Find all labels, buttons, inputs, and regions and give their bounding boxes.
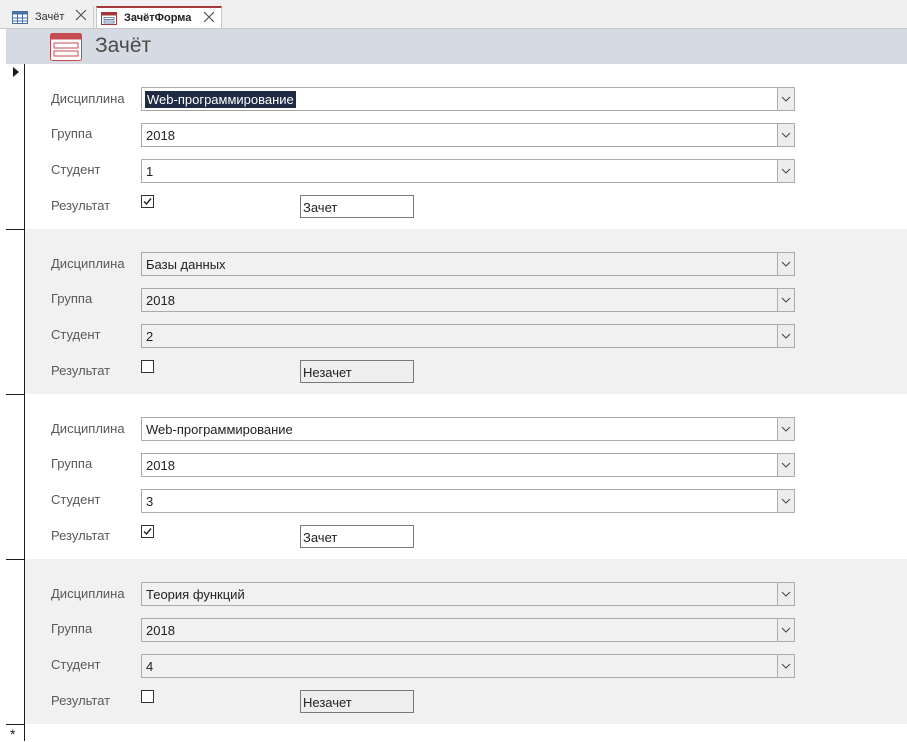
student-combo[interactable]: 3 <box>141 489 795 513</box>
discipline-combo[interactable]: Базы данных <box>141 252 795 276</box>
current-record-arrow-icon <box>13 67 19 77</box>
student-value: 4 <box>146 659 154 674</box>
tab-label: ЗачётФорма <box>124 12 192 24</box>
group-combo[interactable]: 2018 <box>141 288 795 312</box>
discipline-label: Дисциплина <box>51 586 125 601</box>
result-checkbox[interactable] <box>141 195 154 208</box>
group-label: Группа <box>51 291 93 306</box>
chevron-down-icon[interactable] <box>777 454 794 476</box>
result-text-field[interactable]: Зачет <box>300 525 414 548</box>
discipline-combo[interactable]: Web-программирование <box>141 87 795 111</box>
chevron-down-icon[interactable] <box>777 655 794 677</box>
group-label: Группа <box>51 456 93 471</box>
new-record-icon[interactable]: * <box>10 726 15 742</box>
chevron-down-icon[interactable] <box>777 325 794 347</box>
student-value: 2 <box>146 329 154 344</box>
result-text-field[interactable]: Незачет <box>300 360 414 383</box>
group-label: Группа <box>51 126 93 141</box>
chevron-down-icon[interactable] <box>777 490 794 512</box>
result-text-field[interactable]: Зачет <box>300 195 414 218</box>
chevron-down-icon[interactable] <box>777 289 794 311</box>
student-value: 3 <box>146 494 154 509</box>
result-checkbox[interactable] <box>141 525 154 538</box>
discipline-label: Дисциплина <box>51 91 125 106</box>
result-checkbox[interactable] <box>141 690 154 703</box>
result-checkbox[interactable] <box>141 360 154 373</box>
student-label: Студент <box>51 492 101 507</box>
discipline-value: Web-программирование <box>146 422 293 437</box>
student-label: Студент <box>51 162 101 177</box>
group-value: 2018 <box>146 293 175 308</box>
close-icon[interactable] <box>203 11 215 23</box>
result-text-field[interactable]: Незачет <box>300 690 414 713</box>
record: Дисциплина Web-программирование Группа 2… <box>25 394 907 559</box>
student-label: Студент <box>51 657 101 672</box>
form-icon <box>101 11 117 25</box>
chevron-down-icon[interactable] <box>777 88 794 110</box>
form-header: Зачёт <box>6 29 907 64</box>
discipline-combo[interactable]: Теория функций <box>141 582 795 606</box>
group-combo[interactable]: 2018 <box>141 123 795 147</box>
record: Дисциплина Web-программирование Группа 2… <box>25 64 907 229</box>
group-label: Группа <box>51 621 93 636</box>
chevron-down-icon[interactable] <box>777 619 794 641</box>
result-label: Результат <box>51 693 111 708</box>
table-icon <box>12 10 28 24</box>
tab-zachet-form[interactable]: ЗачётФорма <box>96 6 222 28</box>
page-title: Зачёт <box>95 34 152 57</box>
chevron-down-icon[interactable] <box>777 418 794 440</box>
group-combo[interactable]: 2018 <box>141 618 795 642</box>
student-combo[interactable]: 4 <box>141 654 795 678</box>
chevron-down-icon[interactable] <box>777 253 794 275</box>
chevron-down-icon[interactable] <box>777 160 794 182</box>
discipline-label: Дисциплина <box>51 421 125 436</box>
tab-label: Зачёт <box>35 11 65 23</box>
result-label: Результат <box>51 528 111 543</box>
form-icon <box>50 33 82 64</box>
close-icon[interactable] <box>75 9 87 21</box>
record-selector-column: * <box>6 64 25 742</box>
group-value: 2018 <box>146 623 175 638</box>
record-separator <box>6 394 24 395</box>
chevron-down-icon[interactable] <box>777 583 794 605</box>
chevron-down-icon[interactable] <box>777 124 794 146</box>
student-value: 1 <box>146 164 154 179</box>
record-separator <box>6 724 24 725</box>
discipline-value: Web-программирование <box>145 91 296 108</box>
record: Дисциплина Теория функций Группа 2018 Ст… <box>25 559 907 724</box>
record: Дисциплина Базы данных Группа 2018 Студе… <box>25 229 907 394</box>
result-label: Результат <box>51 363 111 378</box>
group-value: 2018 <box>146 128 175 143</box>
result-label: Результат <box>51 198 111 213</box>
tab-zachet-table[interactable]: Зачёт <box>8 6 94 28</box>
student-combo[interactable]: 1 <box>141 159 795 183</box>
discipline-value: Теория функций <box>146 587 245 602</box>
group-combo[interactable]: 2018 <box>141 453 795 477</box>
discipline-label: Дисциплина <box>51 256 125 271</box>
student-combo[interactable]: 2 <box>141 324 795 348</box>
document-tab-strip: Зачёт ЗачётФорма <box>0 0 907 29</box>
record-separator <box>6 559 24 560</box>
discipline-combo[interactable]: Web-программирование <box>141 417 795 441</box>
group-value: 2018 <box>146 458 175 473</box>
record-separator <box>6 229 24 230</box>
discipline-value: Базы данных <box>146 257 226 272</box>
student-label: Студент <box>51 327 101 342</box>
